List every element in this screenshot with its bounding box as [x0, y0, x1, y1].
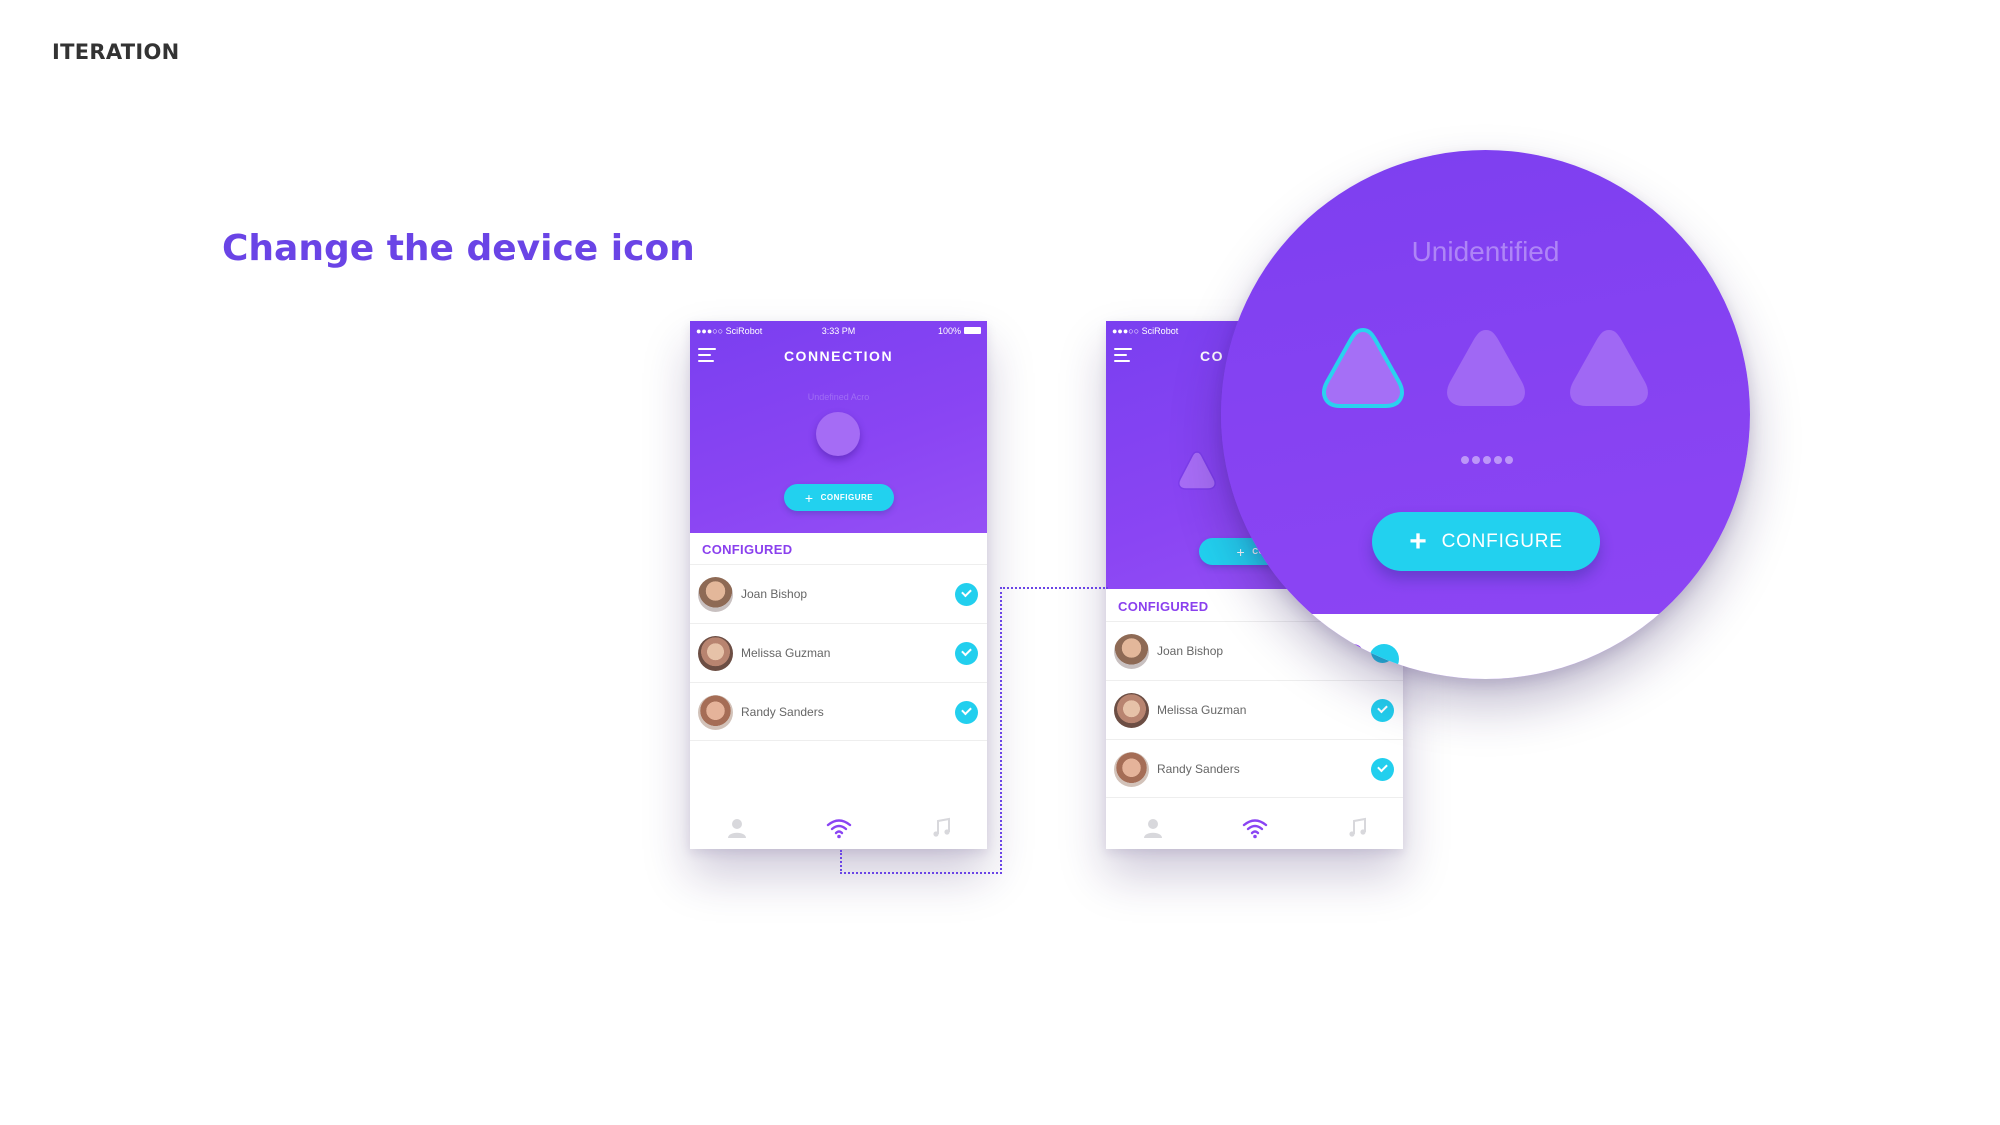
avatar	[698, 695, 733, 730]
avatar	[698, 577, 733, 612]
screen-title: CONNECTION	[783, 348, 894, 364]
carrier-label: ●●●○○ SciRobot	[1112, 326, 1179, 336]
screen-title: CO	[1200, 348, 1224, 364]
user-icon[interactable]	[724, 817, 750, 839]
configure-button[interactable]: + CONFIGURE	[1372, 512, 1600, 571]
wifi-icon[interactable]	[1242, 817, 1268, 839]
battery-icon	[964, 327, 981, 334]
avatar	[1114, 693, 1149, 728]
check-icon[interactable]	[955, 583, 978, 606]
configure-button-label: CONFIGURE	[1441, 530, 1563, 552]
configured-heading: CONFIGURED	[702, 542, 793, 557]
phone-screen-before: ●●●○○ SciRobot 3:33 PM 100% CONNECTION U…	[690, 321, 987, 849]
connection-header: ●●●○○ SciRobot 3:33 PM 100% CONNECTION U…	[690, 321, 987, 533]
device-name: Unidentified	[1411, 236, 1560, 267]
zoom-callout: Unidentified + CONFIGURE ED	[1221, 150, 1750, 679]
device-triangle-icon[interactable]	[1438, 324, 1534, 414]
contact-list: Joan Bishop Melissa Guzman Randy Sanders	[690, 564, 987, 741]
music-icon[interactable]	[929, 817, 955, 839]
headline: Change the device icon	[222, 228, 695, 269]
list-item[interactable]: Joan Bishop	[690, 564, 987, 623]
flow-connector	[1000, 587, 1108, 589]
list-item[interactable]: Melissa Guzman	[1106, 680, 1403, 739]
contact-name: Melissa Guzman	[1157, 703, 1247, 717]
list-item[interactable]: Randy Sanders	[690, 682, 987, 741]
menu-icon[interactable]	[1114, 348, 1132, 362]
configure-button-label: CONFIGURE	[820, 493, 874, 502]
status-bar: ●●●○○ SciRobot 3:33 PM 100%	[696, 326, 981, 338]
contact-name: Joan Bishop	[741, 587, 808, 601]
avatar	[698, 636, 733, 671]
flow-connector	[840, 872, 1002, 874]
contact-name: Randy Sanders	[741, 705, 824, 719]
check-icon[interactable]	[1371, 758, 1394, 781]
configure-button[interactable]: + CONFIGURE	[784, 484, 894, 511]
configured-heading-partial: ED	[1325, 638, 1364, 669]
device-triangle-icon-selected[interactable]	[1315, 324, 1411, 414]
list-item[interactable]: Randy Sanders	[1106, 739, 1403, 798]
avatar	[1114, 752, 1149, 787]
list-item[interactable]: Melissa Guzman	[690, 623, 987, 682]
music-icon[interactable]	[1345, 817, 1371, 839]
battery-label: 100%	[937, 326, 961, 336]
list-area	[1221, 614, 1750, 679]
contact-name: Joan Bishop	[1157, 644, 1224, 658]
section-label: ITERATION	[52, 40, 180, 64]
flow-connector	[1000, 587, 1002, 874]
page-dots	[1461, 451, 1521, 464]
device-triangle-icon[interactable]	[1174, 449, 1220, 493]
check-icon[interactable]	[955, 701, 978, 724]
check-icon	[1369, 644, 1399, 674]
wifi-icon[interactable]	[826, 817, 852, 839]
user-icon[interactable]	[1140, 817, 1166, 839]
check-icon[interactable]	[955, 642, 978, 665]
contact-name: Melissa Guzman	[741, 646, 831, 660]
tab-bar	[1106, 813, 1403, 849]
device-name: Undefined Acro	[807, 392, 870, 402]
configured-heading: CONFIGURED	[1118, 599, 1209, 614]
check-icon[interactable]	[1371, 699, 1394, 722]
flow-connector	[840, 850, 842, 874]
device-circle-icon[interactable]	[816, 412, 860, 456]
device-triangle-icon[interactable]	[1561, 324, 1657, 414]
contact-name: Randy Sanders	[1157, 762, 1240, 776]
plus-icon: +	[1236, 543, 1246, 560]
plus-icon: +	[1409, 524, 1428, 558]
tab-bar	[690, 813, 987, 849]
plus-icon: +	[804, 489, 814, 506]
avatar	[1114, 634, 1149, 669]
